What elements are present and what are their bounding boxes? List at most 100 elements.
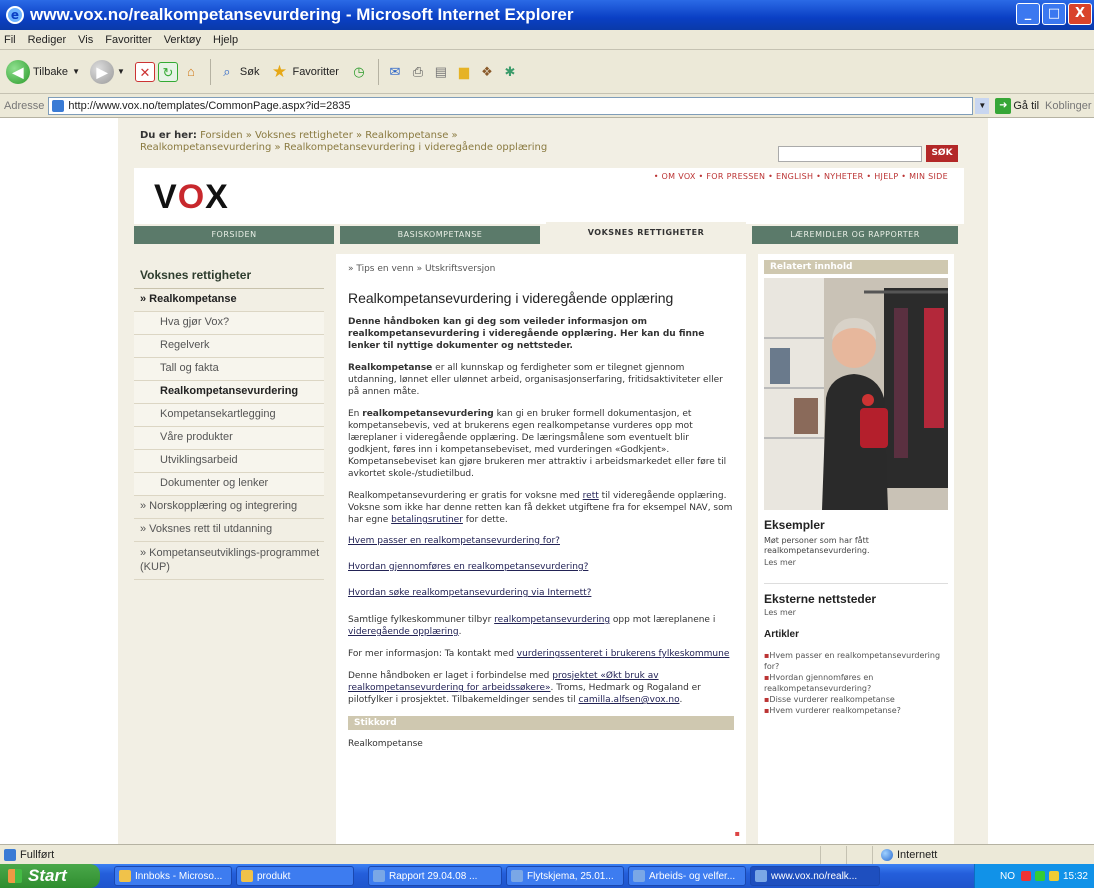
leftnav-item-regelverk[interactable]: Regelverk bbox=[134, 335, 324, 358]
window-titlebar[interactable]: e www.vox.no/realkompetansevurdering - M… bbox=[0, 0, 1094, 30]
article-link[interactable]: Hvordan gjennomføres en realkompetansevu… bbox=[764, 672, 948, 694]
breadcrumb-line-1[interactable]: Forsiden » Voksnes rettigheter » Realkom… bbox=[200, 130, 458, 141]
site-search-input[interactable] bbox=[778, 146, 922, 162]
example-person-photo[interactable] bbox=[764, 278, 948, 510]
site-search-button[interactable]: SØK bbox=[926, 145, 958, 162]
vox-logo[interactable]: VOX bbox=[154, 178, 229, 217]
home-icon[interactable]: ⌂ bbox=[181, 62, 201, 82]
stikkord-value[interactable]: Realkompetanse bbox=[348, 738, 734, 750]
link-rett[interactable]: rett bbox=[583, 491, 599, 501]
outlook-icon bbox=[119, 870, 131, 882]
search-label: Søk bbox=[239, 65, 260, 78]
leftnav-item-utviklingsarbeid[interactable]: Utviklingsarbeid bbox=[134, 450, 324, 473]
leftnav-item-voksnes-rett[interactable]: » Voksnes rett til utdanning bbox=[134, 519, 324, 542]
tray-language[interactable]: NO bbox=[1000, 871, 1015, 882]
leftnav-item-norskopplaering[interactable]: » Norskopplæring og integrering bbox=[134, 496, 324, 519]
menu-help[interactable]: Hjelp bbox=[213, 34, 238, 46]
menu-file[interactable]: Fil bbox=[4, 34, 16, 46]
tray-network-icon[interactable] bbox=[1034, 871, 1045, 881]
breadcrumb-line-2[interactable]: Realkompetansevurdering » Realkompetanse… bbox=[140, 142, 547, 153]
leftnav-item-vare-produkter[interactable]: Våre produkter bbox=[134, 427, 324, 450]
clock[interactable]: 15:32 bbox=[1063, 871, 1088, 882]
taskbar-item-vox[interactable]: www.vox.no/realk... bbox=[750, 866, 880, 886]
mail-icon[interactable]: ✉ bbox=[385, 62, 405, 82]
menu-view[interactable]: Vis bbox=[78, 34, 93, 46]
start-button[interactable]: Start bbox=[0, 864, 100, 888]
taskbar-item-flytskjema[interactable]: Flytskjema, 25.01... bbox=[506, 866, 624, 886]
leftnav-item-hva-gjor-vox[interactable]: Hva gjør Vox? bbox=[134, 312, 324, 335]
main-tabs: FORSIDEN BASISKOMPETANSE VOKSNES RETTIGH… bbox=[134, 222, 964, 244]
leftnav-item-kup[interactable]: » Kompetanseutviklings-programmet (KUP) bbox=[134, 542, 324, 580]
external-read-more[interactable]: Les mer bbox=[764, 608, 948, 617]
tab-laeremidler[interactable]: LÆREMIDLER OG RAPPORTER bbox=[752, 226, 958, 244]
p5-text: For mer informasjon: Ta kontakt med bbox=[348, 649, 517, 659]
maximize-button[interactable]: □ bbox=[1042, 3, 1066, 25]
article-link[interactable]: Disse vurderer realkompetanse bbox=[764, 694, 948, 705]
document-icon bbox=[511, 870, 523, 882]
history-icon[interactable]: ◷ bbox=[349, 62, 369, 82]
back-button[interactable]: ◀ Tilbake ▼ bbox=[6, 59, 80, 84]
logo-letter-o: O bbox=[177, 178, 206, 216]
print-icon[interactable]: ⎙ bbox=[408, 62, 428, 82]
favorites-button[interactable]: ★ Favoritter bbox=[269, 62, 339, 82]
folder-icon[interactable]: ▆ bbox=[454, 62, 474, 82]
leftnav-item-tall-og-fakta[interactable]: Tall og fakta bbox=[134, 358, 324, 381]
toolbar: ◀ Tilbake ▼ ▶ ▼ ✕ ↻ ⌂ ⌕ Søk ★ Favoritter… bbox=[0, 50, 1094, 94]
taskbar-item-arbeids[interactable]: Arbeids- og velfer... bbox=[628, 866, 746, 886]
stop-icon[interactable]: ✕ bbox=[134, 61, 155, 82]
leftnav-item-realkompetanse[interactable]: » Realkompetanse bbox=[134, 289, 324, 312]
article-link[interactable]: Hvem passer en realkompetansevurdering f… bbox=[764, 650, 948, 672]
link-vurderingssenteret[interactable]: vurderingssenteret i brukerens fylkeskom… bbox=[517, 649, 730, 659]
forward-dropdown-icon[interactable]: ▼ bbox=[117, 67, 125, 76]
menu-bar: Fil Rediger Vis Favoritter Verktøy Hjelp bbox=[0, 30, 1094, 50]
minimize-button[interactable]: _ bbox=[1016, 3, 1040, 25]
menu-favorites[interactable]: Favoritter bbox=[105, 34, 151, 46]
term-realkompetanse: Realkompetanse bbox=[348, 363, 433, 373]
link-email[interactable]: camilla.alfsen@vox.no bbox=[578, 695, 679, 705]
p4-text-b: opp mot læreplanene i bbox=[610, 615, 716, 625]
link-videregaende[interactable]: videregående opplæring bbox=[348, 627, 459, 637]
search-button[interactable]: ⌕ Søk bbox=[217, 62, 260, 82]
leftnav-item-kompetansekartlegging[interactable]: Kompetansekartlegging bbox=[134, 404, 324, 427]
leftnav-item-dokumenter[interactable]: Dokumenter og lenker bbox=[134, 473, 324, 496]
go-button[interactable]: ➜ Gå til bbox=[995, 97, 1039, 114]
related-content: Relatert innhold Eksempler Møt personer … bbox=[758, 254, 954, 844]
edit-icon[interactable]: ▤ bbox=[431, 62, 451, 82]
tab-basiskompetanse[interactable]: BASISKOMPETANSE bbox=[340, 226, 540, 244]
link-hvordan-gjennomfores[interactable]: Hvordan gjennomføres en realkompetansevu… bbox=[348, 562, 734, 572]
status-cell bbox=[820, 845, 846, 864]
messenger-icon[interactable]: ✱ bbox=[500, 62, 520, 82]
p3-text-c: for dette. bbox=[462, 515, 508, 525]
top-links[interactable]: • OM VOX • FOR PRESSEN • ENGLISH • NYHET… bbox=[654, 172, 948, 181]
examples-read-more[interactable]: Les mer bbox=[764, 558, 948, 567]
refresh-icon[interactable]: ↻ bbox=[157, 61, 178, 82]
taskbar-item-rapport[interactable]: Rapport 29.04.08 ... bbox=[368, 866, 502, 886]
utility-links[interactable]: » Tips en venn » Utskriftsversjon bbox=[348, 264, 734, 274]
address-input[interactable]: http://www.vox.no/templates/CommonPage.a… bbox=[48, 96, 974, 115]
address-dropdown-icon[interactable]: ▼ bbox=[975, 97, 990, 114]
paragraph-realkompetanse: Realkompetanse er all kunnskap og ferdig… bbox=[348, 362, 734, 398]
taskbar-item-inbox[interactable]: Innboks - Microso... bbox=[114, 866, 232, 886]
link-realkompetansevurdering[interactable]: realkompetansevurdering bbox=[494, 615, 610, 625]
task-label: Arbeids- og velfer... bbox=[649, 870, 736, 882]
article-link[interactable]: Hvem vurderer realkompetanse? bbox=[764, 705, 948, 716]
windows-flag-icon bbox=[8, 869, 22, 883]
menu-tools[interactable]: Verktøy bbox=[164, 34, 201, 46]
tray-antivirus-icon[interactable] bbox=[1020, 871, 1031, 881]
close-button[interactable]: X bbox=[1068, 3, 1092, 25]
back-dropdown-icon[interactable]: ▼ bbox=[72, 67, 80, 76]
forward-button[interactable]: ▶ ▼ bbox=[89, 59, 125, 84]
tray-volume-icon[interactable] bbox=[1048, 871, 1059, 881]
browser-icon bbox=[755, 870, 767, 882]
link-hvordan-soke[interactable]: Hvordan søke realkompetansevurdering via… bbox=[348, 588, 734, 598]
links-label[interactable]: Koblinger bbox=[1045, 100, 1091, 112]
tab-voksnes-rettigheter[interactable]: VOKSNES RETTIGHETER bbox=[546, 222, 746, 244]
link-betalingsrutiner[interactable]: betalingsrutiner bbox=[391, 515, 463, 525]
link-hvem-passer[interactable]: Hvem passer en realkompetansevurdering f… bbox=[348, 536, 734, 546]
internet-explorer-icon: e bbox=[6, 6, 24, 24]
leftnav-item-realkompetansevurdering[interactable]: Realkompetansevurdering bbox=[134, 381, 324, 404]
tab-forsiden[interactable]: FORSIDEN bbox=[134, 226, 334, 244]
research-icon[interactable]: ❖ bbox=[477, 62, 497, 82]
menu-edit[interactable]: Rediger bbox=[28, 34, 67, 46]
taskbar-item-produkt[interactable]: produkt bbox=[236, 866, 354, 886]
